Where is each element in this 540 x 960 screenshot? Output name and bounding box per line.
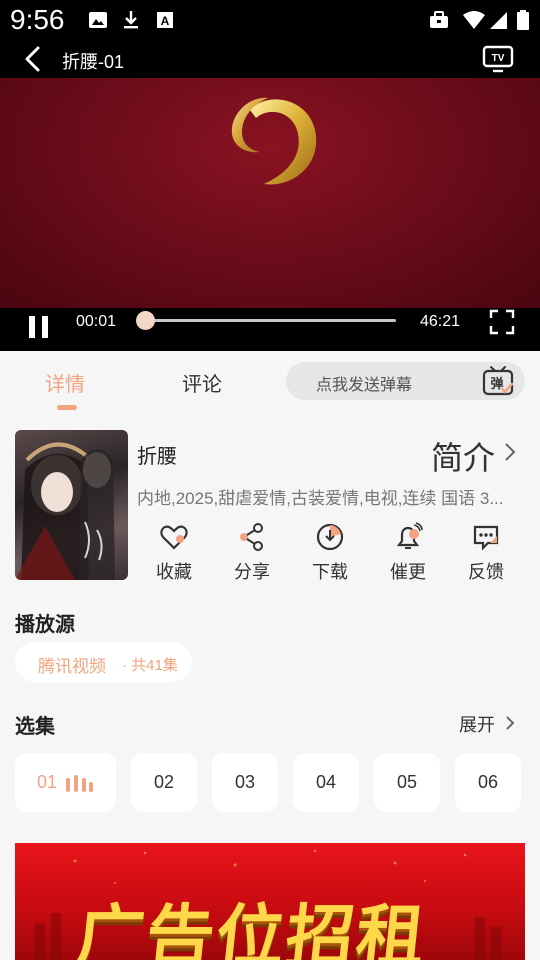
- heart-icon: [160, 525, 188, 550]
- tab-details[interactable]: 详情: [45, 368, 85, 397]
- tab-indicator: [57, 405, 77, 410]
- playing-bars-icon: [66, 775, 93, 792]
- download-button[interactable]: 下载: [295, 520, 365, 590]
- source-section-title: 播放源: [15, 614, 75, 636]
- episode-item[interactable]: 06: [455, 753, 521, 812]
- action-label: 下载: [312, 562, 348, 582]
- source-chip[interactable]: 腾讯视频 · 共41集: [15, 642, 192, 682]
- action-label: 催更: [390, 562, 426, 582]
- episode-item-active[interactable]: 01: [15, 753, 116, 812]
- action-label: 收藏: [156, 562, 192, 582]
- battery-icon: [517, 10, 529, 30]
- tab-bar: 详情 评论 点我发送弹幕 弹: [0, 351, 540, 411]
- download-icon: [316, 523, 344, 551]
- danmu-placeholder: 点我发送弹幕: [316, 377, 413, 394]
- signal-icon: [490, 12, 507, 29]
- feedback-icon: [473, 525, 499, 551]
- status-bar: 9:56 A: [0, 0, 540, 40]
- episode-item[interactable]: 05: [374, 753, 440, 812]
- tab-comments[interactable]: 评论: [182, 368, 222, 397]
- font-icon: A: [157, 12, 173, 28]
- page-title: 折腰-01: [62, 52, 125, 72]
- current-time: 00:01: [76, 313, 117, 330]
- danmu-input[interactable]: 点我发送弹幕 弹: [286, 362, 525, 400]
- episode-item[interactable]: 02: [131, 753, 197, 812]
- danmu-toggle-icon[interactable]: 弹: [481, 365, 515, 397]
- chevron-right-icon[interactable]: [500, 440, 520, 464]
- download-status-icon: [124, 11, 138, 29]
- progress-thumb[interactable]: [135, 311, 155, 330]
- fullscreen-icon[interactable]: [489, 309, 515, 335]
- progress-track[interactable]: [140, 319, 396, 322]
- video-logo-icon: [231, 97, 317, 185]
- wifi-icon: [463, 11, 485, 29]
- tv-cast-icon[interactable]: TV: [482, 44, 514, 74]
- pause-icon[interactable]: [26, 314, 52, 342]
- source-name: 腾讯视频: [38, 657, 106, 676]
- image-icon: [89, 12, 107, 28]
- source-episode-count: · 共41集: [122, 657, 178, 674]
- episode-number: 01: [37, 772, 58, 792]
- action-label: 分享: [234, 562, 270, 582]
- episodes-section-title: 选集: [15, 716, 55, 738]
- svg-text:A: A: [161, 14, 170, 28]
- remind-update-button[interactable]: 催更: [373, 520, 443, 590]
- action-label: 反馈: [468, 562, 504, 582]
- feedback-button[interactable]: 反馈: [451, 520, 521, 590]
- player-controls: 00:01 46:21: [0, 308, 540, 351]
- bell-icon: [396, 522, 423, 549]
- chevron-right-icon[interactable]: [502, 712, 518, 734]
- episode-item[interactable]: 03: [212, 753, 278, 812]
- total-time: 46:21: [420, 313, 461, 330]
- episode-item[interactable]: 04: [293, 753, 359, 812]
- share-button[interactable]: 分享: [217, 520, 287, 590]
- ad-banner[interactable]: 广告位招租: [15, 843, 525, 960]
- back-arrow-icon[interactable]: [18, 44, 48, 74]
- show-title: 折腰: [137, 446, 177, 468]
- ad-text: 广告位招租: [72, 898, 431, 960]
- video-frame[interactable]: [0, 78, 540, 308]
- intro-link[interactable]: 简介: [431, 433, 495, 479]
- status-time: 9:56: [10, 4, 65, 35]
- poster-image[interactable]: [15, 430, 128, 580]
- expand-link[interactable]: 展开: [459, 711, 495, 737]
- svg-text:TV: TV: [492, 53, 505, 64]
- briefcase-icon: [430, 11, 448, 28]
- favorite-button[interactable]: 收藏: [139, 520, 209, 590]
- title-bar: 折腰-01 TV: [0, 40, 540, 78]
- share-icon: [240, 523, 263, 551]
- show-meta: 内地,2025,甜虐爱情,古装爱情,电视,连续 国语 3...: [137, 489, 504, 508]
